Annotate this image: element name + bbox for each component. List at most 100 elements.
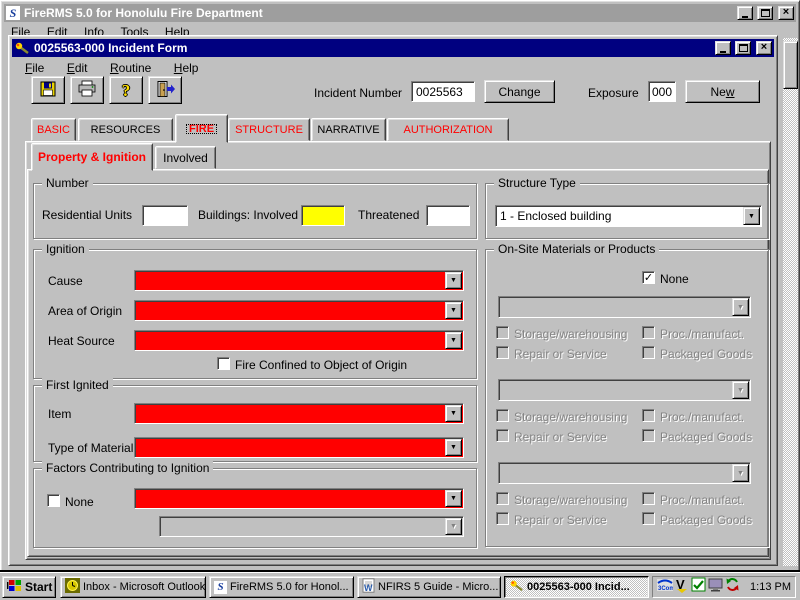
fire-confined-checkbox[interactable]: [217, 357, 230, 370]
item-combobox[interactable]: ▼: [134, 403, 464, 424]
chevron-down-icon[interactable]: ▼: [743, 207, 760, 225]
chevron-down-icon[interactable]: ▼: [445, 405, 462, 422]
svg-text:V: V: [676, 577, 685, 592]
tab-structure[interactable]: STRUCTURE: [228, 118, 310, 141]
outlook-icon: [65, 578, 80, 596]
material1-proc-checkbox: [642, 326, 655, 339]
task-button-outlook[interactable]: Inbox - Microsoft Outlook: [60, 576, 206, 598]
incident-minimize-button[interactable]: [715, 41, 731, 55]
tab-label: STRUCTURE: [235, 124, 303, 136]
material1-repair-checkbox: [496, 346, 509, 359]
menu-help[interactable]: Help: [168, 59, 205, 77]
tab-authorization[interactable]: AUTHORIZATION: [387, 118, 509, 141]
main-titlebar: S FireRMS 5.0 for Honolulu Fire Departme…: [4, 4, 796, 22]
heat-source-combobox[interactable]: ▼: [134, 330, 464, 351]
material1-packaged-checkbox: [642, 346, 655, 359]
minimize-icon: [742, 16, 748, 18]
subtab-involved[interactable]: Involved: [155, 146, 216, 169]
match-flame-icon: [14, 41, 30, 55]
main-close-button[interactable]: ×: [778, 6, 794, 20]
material3-proc-checkbox: [642, 492, 655, 505]
cause-combobox[interactable]: ▼: [134, 270, 464, 291]
number-group: Number Residential Units Buildings: Invo…: [33, 183, 477, 239]
menu-file[interactable]: File: [19, 59, 50, 77]
start-label: Start: [25, 580, 52, 594]
task-button-firerms[interactable]: S FireRMS 5.0 for Honol...: [209, 576, 354, 598]
svg-text:3Com: 3Com: [658, 586, 673, 592]
tab-fire[interactable]: FIRE: [175, 114, 228, 143]
repair-service-label: Repair or Service: [514, 347, 607, 361]
material2-storage-checkbox: [496, 409, 509, 422]
save-button[interactable]: [31, 76, 65, 104]
factors-none-label: None: [65, 495, 94, 509]
tab-label: NARRATIVE: [317, 124, 379, 136]
menu-routine[interactable]: Routine: [104, 59, 157, 77]
residential-units-input[interactable]: [142, 205, 188, 226]
tab-basic[interactable]: BASIC: [31, 118, 76, 141]
buildings-involved-input[interactable]: [301, 205, 345, 226]
heat-source-label: Heat Source: [48, 334, 115, 348]
onsite-group-title: On-Site Materials or Products: [494, 242, 659, 256]
task-button-incident[interactable]: 0025563-000 Incid...: [504, 576, 649, 598]
chevron-down-icon: ▼: [445, 518, 462, 535]
area-of-origin-combobox[interactable]: ▼: [134, 300, 464, 321]
print-button[interactable]: [70, 76, 104, 104]
cause-label: Cause: [48, 274, 83, 288]
task-label: FireRMS 5.0 for Honol...: [230, 581, 349, 593]
chevron-down-icon[interactable]: ▼: [445, 302, 462, 319]
exposure-label: Exposure: [588, 86, 639, 100]
exposure-field[interactable]: 000: [648, 81, 676, 102]
threatened-label: Threatened: [358, 208, 419, 222]
factors-none-checkbox[interactable]: [47, 494, 60, 507]
task-label: Inbox - Microsoft Outlook: [83, 581, 205, 593]
tab-narrative[interactable]: NARRATIVE: [311, 118, 386, 141]
new-button-label: Ne: [710, 85, 725, 99]
tray-icon-virus-shield[interactable]: V: [675, 577, 689, 598]
threatened-input[interactable]: [426, 205, 470, 226]
area-of-origin-label: Area of Origin: [48, 304, 122, 318]
main-maximize-button[interactable]: [757, 6, 773, 20]
ignition-group: Ignition Cause ▼ Area of Origin ▼ Heat S…: [33, 249, 477, 379]
tray-icon-system-check[interactable]: [691, 577, 706, 597]
chevron-down-icon[interactable]: ▼: [445, 439, 462, 456]
chevron-down-icon[interactable]: ▼: [445, 272, 462, 289]
minimize-icon: [720, 51, 726, 53]
change-button[interactable]: Change: [484, 80, 555, 103]
task-button-nfirs[interactable]: W NFIRS 5 Guide - Micro...: [357, 576, 501, 598]
system-tray: 3Com V: [652, 576, 796, 598]
incident-number-field[interactable]: 0025563: [411, 81, 475, 102]
storage-warehousing-label: Storage/warehousing: [514, 493, 627, 507]
tray-icon-sync[interactable]: [725, 577, 740, 597]
number-group-title: Number: [42, 176, 93, 190]
subtab-label: Involved: [163, 151, 208, 165]
factor2-combobox-disabled: ▼: [159, 516, 464, 537]
chevron-down-icon[interactable]: ▼: [445, 490, 462, 507]
material2-combobox-disabled: ▼: [498, 379, 751, 401]
save-icon: [39, 80, 57, 101]
tray-icon-3com[interactable]: 3Com: [657, 577, 673, 598]
chevron-down-icon[interactable]: ▼: [445, 332, 462, 349]
factor1-combobox[interactable]: ▼: [134, 488, 464, 509]
proc-manufact-label: Proc./manufact.: [660, 410, 744, 424]
vertical-scrollbar[interactable]: [783, 38, 798, 566]
incident-maximize-button[interactable]: [735, 41, 751, 55]
firerms-s-icon: S: [214, 581, 227, 594]
tray-icon-display[interactable]: [708, 578, 723, 597]
tab-resources[interactable]: RESOURCES: [78, 118, 173, 141]
subtab-property-ignition[interactable]: Property & Ignition: [31, 143, 153, 171]
scrollbar-thumb[interactable]: [783, 41, 798, 89]
help-button[interactable]: ?: [109, 76, 143, 104]
structure-type-combobox[interactable]: 1 - Enclosed building ▼: [495, 205, 762, 227]
incident-close-button[interactable]: ×: [756, 41, 772, 55]
menu-edit[interactable]: Edit: [61, 59, 94, 77]
onsite-none-checkbox[interactable]: [642, 271, 655, 284]
new-button[interactable]: New: [685, 80, 760, 103]
exit-button[interactable]: [148, 76, 182, 104]
repair-service-label: Repair or Service: [514, 430, 607, 444]
storage-warehousing-label: Storage/warehousing: [514, 327, 627, 341]
type-of-material-combobox[interactable]: ▼: [134, 437, 464, 458]
task-label: 0025563-000 Incid...: [527, 581, 630, 593]
start-button[interactable]: Start: [2, 576, 56, 598]
incident-form-window: 0025563-000 Incident Form × File Edit Ro…: [8, 35, 778, 566]
main-minimize-button[interactable]: [737, 6, 753, 20]
